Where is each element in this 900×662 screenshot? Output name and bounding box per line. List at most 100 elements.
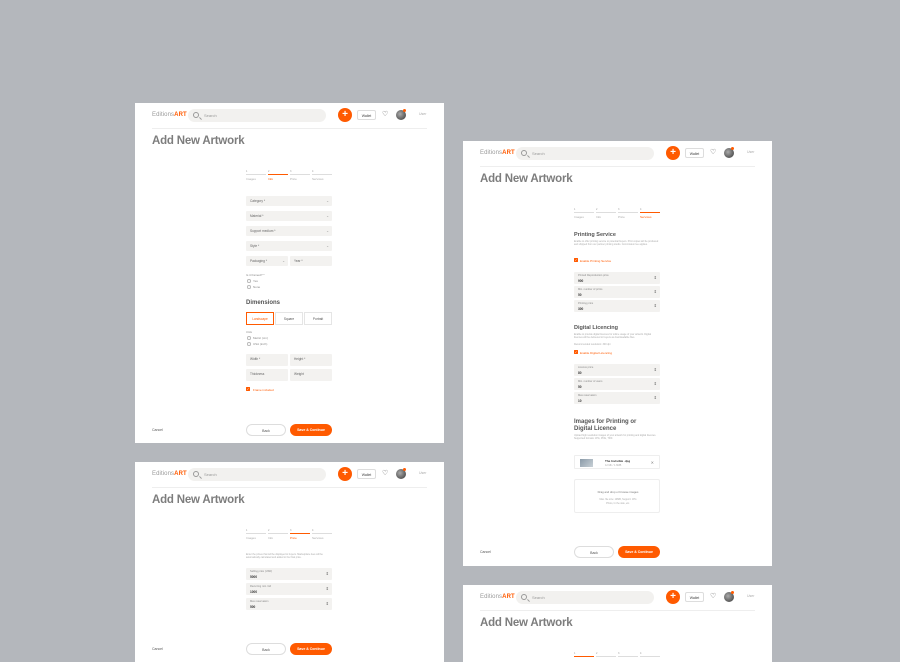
material-select[interactable]: Material * ⌄	[246, 211, 332, 221]
thickness-field[interactable]: Thickness	[246, 369, 288, 381]
cancel-link[interactable]: Cancel	[152, 428, 163, 432]
search-placeholder: Search	[204, 471, 217, 477]
height-field[interactable]: Height *	[290, 354, 332, 366]
wallet-button[interactable]: Wallet	[357, 469, 376, 479]
artwork-services-screen: EditionsART Search + Wallet ♡ User Add N…	[463, 141, 772, 566]
reproduction-price-field[interactable]: Printed Reproduction price 900 ⇕	[574, 272, 660, 284]
radio-none-label: None	[253, 285, 261, 289]
wallet-button[interactable]: Wallet	[685, 592, 704, 602]
licence-checkbox-label: Enable Digital Licencing	[580, 350, 613, 355]
header-divider	[152, 128, 427, 129]
back-button[interactable]: Back	[246, 643, 286, 655]
app-header: EditionsART Search + Wallet ♡ User	[135, 462, 444, 488]
usa-label: USA (inch)	[253, 342, 268, 346]
max-reservation-field[interactable]: Max reservation 500 ⇕	[246, 598, 332, 610]
chevron-down-icon: ⌄	[326, 198, 329, 203]
heart-icon[interactable]: ♡	[382, 110, 388, 120]
add-artwork-button[interactable]: +	[666, 146, 680, 160]
heart-icon[interactable]: ♡	[710, 148, 716, 158]
logo[interactable]: EditionsART	[152, 112, 187, 118]
cancel-link[interactable]: Cancel	[152, 647, 163, 651]
search-icon	[193, 471, 199, 477]
orientation-square[interactable]: Square	[275, 312, 303, 325]
cancel-link[interactable]: Cancel	[480, 550, 491, 554]
search-input[interactable]: Search	[516, 591, 654, 604]
heart-icon[interactable]: ♡	[710, 592, 716, 602]
save-continue-button[interactable]: Save & Continue	[618, 546, 660, 558]
back-button[interactable]: Back	[574, 546, 614, 558]
page-title: Add New Artwork	[152, 135, 245, 147]
printing-checkbox[interactable]: ✓	[574, 258, 578, 262]
user-menu[interactable]: User	[419, 471, 426, 475]
selling-price-field[interactable]: Selling price (USD) 5000 ⇕	[246, 568, 332, 580]
radio-metric[interactable]	[247, 336, 251, 340]
packaging-select[interactable]: Packaging * ⌄	[246, 256, 288, 266]
min-users-field[interactable]: Min. number of users 50 ⇕	[574, 378, 660, 390]
search-icon	[521, 150, 527, 156]
min-prints-field[interactable]: Min. number of prints 50 ⇕	[574, 286, 660, 298]
recurring-bid-field[interactable]: Recurring min. bid 1000 ⇕	[246, 583, 332, 595]
wallet-button[interactable]: Wallet	[685, 148, 704, 158]
dropzone-hint-2: Photo, In the side, etc.	[606, 501, 630, 505]
add-artwork-button[interactable]: +	[338, 108, 352, 122]
licence-price-field[interactable]: Licence price 80 ⇕	[574, 364, 660, 376]
save-continue-button[interactable]: Save & Continue	[290, 424, 332, 436]
year-field[interactable]: Year *	[290, 256, 332, 266]
trash-icon[interactable]: ✕	[651, 460, 654, 465]
chevron-down-icon: ⌄	[326, 228, 329, 233]
search-placeholder: Search	[204, 112, 217, 118]
user-menu[interactable]: User	[747, 150, 754, 154]
notification-dot	[403, 109, 406, 112]
search-placeholder: Search	[532, 594, 545, 600]
orientation-portrait[interactable]: Portrait	[304, 312, 332, 325]
radio-none[interactable]	[247, 285, 251, 289]
heart-icon[interactable]: ♡	[382, 469, 388, 479]
back-button[interactable]: Back	[246, 424, 286, 436]
stepper-icon: ⇕	[653, 289, 657, 294]
licence-checkbox[interactable]: ✓	[574, 350, 578, 354]
width-field[interactable]: Width *	[246, 354, 288, 366]
header-divider	[480, 610, 755, 611]
app-header: EditionsART Search + Wallet ♡ User	[463, 585, 772, 611]
logo[interactable]: EditionsART	[152, 471, 187, 477]
printing-title: Printing Service	[574, 232, 616, 238]
frame-included-checkbox[interactable]: ✓	[246, 387, 250, 391]
logo[interactable]: EditionsART	[480, 594, 515, 600]
printing-price-field[interactable]: Printing price 300 ⇕	[574, 300, 660, 312]
search-input[interactable]: Search	[188, 109, 326, 122]
category-select[interactable]: Category * ⌄	[246, 196, 332, 206]
radio-yes-label: Yes	[253, 279, 258, 283]
page-title: Add New Artwork	[480, 173, 573, 185]
weight-field[interactable]: Weight	[290, 369, 332, 381]
stepper-icon: ⇕	[653, 367, 657, 372]
radio-usa[interactable]	[247, 342, 251, 346]
orientation-landscape[interactable]: Landscape	[246, 312, 274, 325]
search-input[interactable]: Search	[188, 468, 326, 481]
header-divider	[480, 166, 755, 167]
artwork-info-screen: EditionsART Search + Wallet ♡ User Add N…	[135, 103, 444, 443]
stepper: 1 Images 2 Info 3 Price 4 Services	[574, 208, 660, 219]
header-divider	[152, 487, 427, 488]
licence-title: Digital Licencing	[574, 325, 619, 331]
add-artwork-button[interactable]: +	[666, 590, 680, 604]
image-dropzone[interactable]: Drag and drop or browse images Max. file…	[574, 479, 660, 513]
support-medium-select[interactable]: Support medium * ⌄	[246, 226, 332, 236]
artwork-images-screen: EditionsART Search + Wallet ♡ User Add N…	[463, 585, 772, 662]
save-continue-button[interactable]: Save & Continue	[290, 643, 332, 655]
style-select[interactable]: Style * ⌄	[246, 241, 332, 251]
radio-yes[interactable]	[247, 279, 251, 283]
licence-reservation-field[interactable]: Max reservation 10 ⇕	[574, 392, 660, 404]
app-header: EditionsART Search + Wallet ♡ User	[135, 103, 444, 129]
search-input[interactable]: Search	[516, 147, 654, 160]
wallet-button[interactable]: Wallet	[357, 110, 376, 120]
file-size: 12 Mb / 1.6MB	[605, 463, 622, 467]
page-title: Add New Artwork	[152, 494, 245, 506]
user-menu[interactable]: User	[747, 594, 754, 598]
stepper: 1 2 3 4	[574, 652, 660, 657]
user-menu[interactable]: User	[419, 112, 426, 116]
stepper-icon: ⇕	[653, 395, 657, 400]
logo[interactable]: EditionsART	[480, 150, 515, 156]
search-placeholder: Search	[532, 150, 545, 156]
images-text: Upload high resolution images of your ar…	[574, 434, 657, 441]
add-artwork-button[interactable]: +	[338, 467, 352, 481]
